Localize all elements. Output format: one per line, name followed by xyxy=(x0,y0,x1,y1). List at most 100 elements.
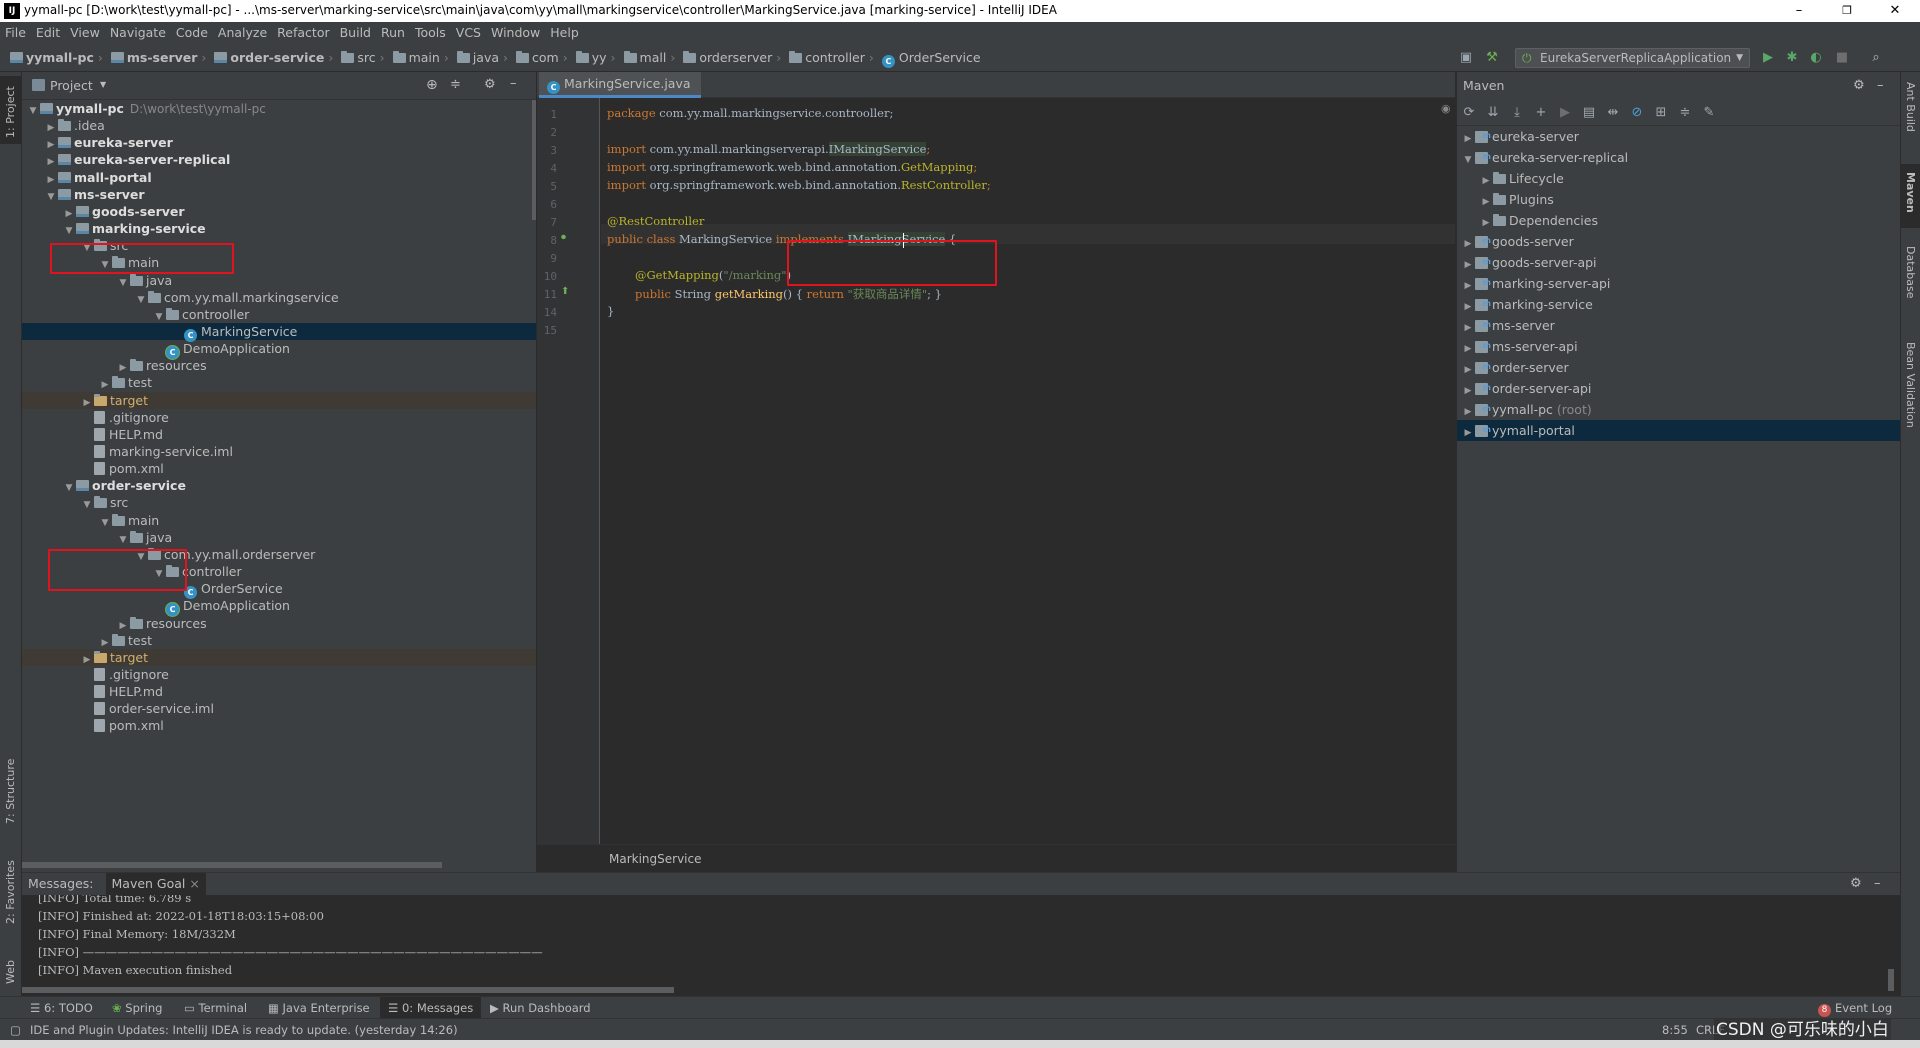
messages-vscrollbar[interactable] xyxy=(1888,969,1894,991)
locate-icon[interactable]: ⊕ xyxy=(426,77,438,93)
maven-tree-item[interactable]: ▶ms-server xyxy=(1457,314,1901,336)
project-tree-item[interactable]: ▶ eureka-server-replical xyxy=(22,151,536,168)
project-tree-item[interactable]: ▶ goods-server xyxy=(22,203,536,220)
maven-tree-item[interactable]: ▶yymall-pc(root) xyxy=(1457,398,1901,420)
tree-hscrollbar[interactable] xyxy=(22,862,442,868)
breadcrumb-item[interactable]: mall › xyxy=(620,44,680,72)
project-tree-item[interactable]: ▶ eureka-server xyxy=(22,134,536,151)
maven-tree-item[interactable]: ▶marking-service xyxy=(1457,293,1901,315)
coverage-icon[interactable]: ◐ xyxy=(1808,50,1824,66)
breadcrumb-item[interactable]: yymall-pc › xyxy=(6,44,107,72)
maven-tree-item[interactable]: ▶eureka-server xyxy=(1457,125,1901,147)
project-tree-item[interactable]: order-service.iml xyxy=(22,700,536,717)
ant-build-tool-tab[interactable]: Ant Build xyxy=(1904,82,1917,132)
messages-hscrollbar[interactable] xyxy=(22,987,674,993)
event-log-tool-button[interactable]: 8 Event Log xyxy=(1818,997,1892,1019)
project-tree-item[interactable]: ▶ target xyxy=(22,391,536,409)
menu-analyze[interactable]: Analyze xyxy=(213,22,272,44)
project-tree-item[interactable]: ▼ order-service xyxy=(22,477,536,494)
stop-icon[interactable]: ■ xyxy=(1834,50,1850,66)
breadcrumb-item[interactable]: controller › xyxy=(785,44,878,72)
messages-tool-button[interactable]: ☰ 0: Messages xyxy=(380,997,482,1019)
project-tree-item[interactable]: ▶ resources xyxy=(22,357,536,374)
close-button[interactable]: ✕ xyxy=(1872,0,1918,22)
project-tree-item[interactable]: C MarkingService xyxy=(22,322,536,342)
project-tree-item[interactable]: C DemoApplication xyxy=(22,340,536,360)
project-tree-item[interactable]: .gitignore xyxy=(22,409,536,426)
tab-markingservice-java[interactable]: CMarkingService.java × xyxy=(539,72,701,115)
project-tree-item[interactable]: ▶ .idea xyxy=(22,117,536,134)
menu-edit[interactable]: Edit xyxy=(31,22,65,44)
minimize-button[interactable]: – xyxy=(1776,0,1822,22)
download-icon[interactable]: ⤓ xyxy=(1505,100,1529,126)
project-tree-item[interactable]: ▼ src xyxy=(22,494,536,511)
menu-help[interactable]: Help xyxy=(545,22,584,44)
breadcrumb-item[interactable]: main › xyxy=(389,44,453,72)
project-tree-item[interactable]: pom.xml xyxy=(22,460,536,477)
favorites-tool-tab[interactable]: 2: Favorites xyxy=(4,860,17,924)
spring-tool-button[interactable]: ❀ Spring xyxy=(112,997,162,1019)
close-tab-icon[interactable]: × xyxy=(189,876,199,891)
project-tree-item[interactable]: ▼ main xyxy=(22,512,536,529)
wrench-icon[interactable]: ✎ xyxy=(1697,100,1721,126)
project-tree-item[interactable]: .gitignore xyxy=(22,666,536,683)
tab-maven-goal[interactable]: Maven Goal × xyxy=(105,873,206,895)
breadcrumb-item[interactable]: orderserver › xyxy=(679,44,785,72)
toggle-offline-icon[interactable]: ⇹ xyxy=(1601,100,1625,126)
project-tree-item[interactable]: ▼ yymall-pc D:\work\test\yymall-pc xyxy=(22,100,536,117)
todo-tool-button[interactable]: ☰ 6: TODO xyxy=(30,997,93,1019)
breadcrumb-item[interactable]: yy › xyxy=(572,44,620,72)
project-tree-item[interactable]: marking-service.iml xyxy=(22,443,536,460)
maximize-button[interactable]: ❐ xyxy=(1824,0,1870,22)
menu-refactor[interactable]: Refactor xyxy=(272,22,334,44)
project-tree-item[interactable]: pom.xml xyxy=(22,717,536,734)
gear-icon[interactable]: ⚙ xyxy=(1853,72,1865,100)
status-message[interactable]: IDE and Plugin Updates: IntelliJ IDEA is… xyxy=(30,1019,458,1041)
project-tree-item[interactable]: ▼ ms-server xyxy=(22,186,536,203)
hide-icon[interactable]: – xyxy=(1874,873,1881,895)
tree-scrollbar[interactable] xyxy=(532,100,536,220)
run-icon[interactable]: ▶ xyxy=(1760,50,1776,66)
maven-tree-item[interactable]: ▼eureka-server-replical xyxy=(1457,146,1901,168)
menu-file[interactable]: File xyxy=(0,22,31,44)
run-dashboard-tool-button[interactable]: ▶ Run Dashboard xyxy=(490,997,591,1019)
project-tree-item[interactable]: ▼ marking-service xyxy=(22,220,536,237)
hide-icon[interactable]: – xyxy=(1877,72,1884,100)
skip-tests-icon[interactable]: ⊘ xyxy=(1625,100,1649,126)
caret-position[interactable]: 8:55 xyxy=(1662,1019,1688,1041)
chevron-down-icon[interactable]: ▼ xyxy=(100,80,106,89)
search-icon[interactable]: ⌕ xyxy=(1868,50,1884,66)
hammer-icon[interactable]: ⚒ xyxy=(1484,50,1500,66)
debug-icon[interactable]: ✱ xyxy=(1784,50,1800,66)
project-tree-item[interactable]: ▶ test xyxy=(22,632,536,649)
maven-tree-item[interactable]: ▶ Dependencies xyxy=(1457,210,1901,231)
add-icon[interactable]: + xyxy=(1529,100,1553,126)
reload-icon[interactable]: ⟳ xyxy=(1457,100,1481,126)
breadcrumb-item[interactable]: com › xyxy=(512,44,572,72)
menu-view[interactable]: View xyxy=(65,22,105,44)
project-tree-item[interactable]: C DemoApplication xyxy=(22,597,536,617)
database-tool-tab[interactable]: Database xyxy=(1904,246,1917,299)
run-configuration-select[interactable]: ⏻ EurekaServerReplicaApplication ▼ xyxy=(1515,48,1750,68)
run-goal-icon[interactable]: ▶ xyxy=(1553,100,1577,126)
project-tree-item[interactable]: ▶ mall-portal xyxy=(22,169,536,186)
maven-tree-item[interactable]: ▶ Plugins xyxy=(1457,189,1901,210)
project-tree-item[interactable]: ▶ target xyxy=(22,648,536,666)
terminal-tool-button[interactable]: ▭ Terminal xyxy=(184,997,247,1019)
collapse-all-icon[interactable]: ≑ xyxy=(450,77,461,92)
project-tree-item[interactable]: ▼ java xyxy=(22,529,536,546)
java-enterprise-tool-button[interactable]: ▦ Java Enterprise xyxy=(268,997,370,1019)
web-tool-tab[interactable]: Web xyxy=(4,960,17,984)
maven-tree-item[interactable]: ▶marking-server-api xyxy=(1457,272,1901,294)
breadcrumb-item[interactable]: C OrderService xyxy=(878,44,981,72)
project-view-selector[interactable]: Project xyxy=(50,78,93,93)
collapsed-arrow-icon[interactable]: ▶ xyxy=(1461,423,1475,444)
maven-tool-tab[interactable]: Maven xyxy=(1904,172,1917,213)
menu-window[interactable]: Window xyxy=(486,22,545,44)
menu-build[interactable]: Build xyxy=(335,22,376,44)
eye-icon[interactable]: ◉ xyxy=(1441,102,1451,115)
bean-validation-tool-tab[interactable]: Bean Validation xyxy=(1904,342,1917,428)
project-tree-item[interactable]: ▼ java xyxy=(22,272,536,289)
generate-sources-icon[interactable]: ⇊ xyxy=(1481,100,1505,126)
maven-tree-item[interactable]: ▶ms-server-api xyxy=(1457,335,1901,357)
